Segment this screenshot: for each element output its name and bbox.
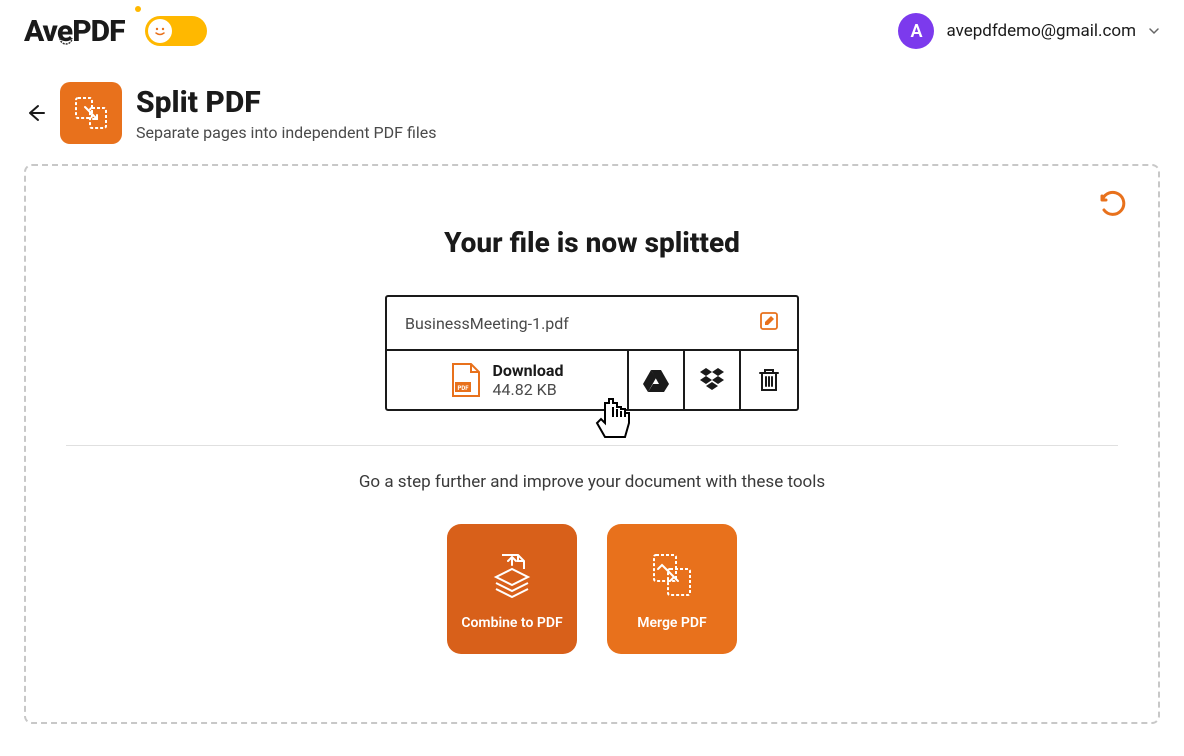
divider [66, 445, 1118, 446]
tool-card-label: Combine to PDF [461, 615, 562, 631]
arrow-left-icon [24, 102, 46, 124]
file-actions-row: PDF Download 44.82 KB [387, 351, 797, 409]
logo[interactable]: AvePDF [24, 14, 125, 49]
page-section: Split PDF Separate pages into independen… [0, 62, 1184, 724]
page-subtitle: Separate pages into independent PDF file… [136, 123, 436, 142]
rename-button[interactable] [759, 311, 779, 335]
delete-button[interactable] [741, 351, 797, 409]
user-email: avepdfdemo@gmail.com [946, 21, 1136, 41]
tool-card-label: Merge PDF [637, 615, 706, 631]
theme-toggle-wrapper [145, 16, 207, 46]
header-left: AvePDF [24, 14, 207, 49]
reset-button[interactable] [1100, 190, 1128, 222]
dropbox-icon [699, 368, 725, 392]
save-dropbox-button[interactable] [685, 351, 741, 409]
file-result-box: BusinessMeeting-1.pdf PDF [385, 295, 799, 411]
download-button[interactable]: PDF Download 44.82 KB [387, 351, 629, 409]
trash-icon [758, 368, 780, 392]
merge-pdf-icon [644, 547, 700, 603]
tool-icon [60, 82, 122, 144]
title-block: Split PDF Separate pages into independen… [136, 85, 436, 142]
title-row: Split PDF Separate pages into independen… [24, 82, 1160, 144]
download-label: Download [493, 361, 564, 380]
back-button[interactable] [24, 102, 46, 124]
logo-text2: PDF [72, 14, 124, 49]
google-drive-icon [643, 368, 669, 392]
logo-e: e [57, 14, 72, 49]
svg-text:PDF: PDF [457, 385, 469, 392]
file-name: BusinessMeeting-1.pdf [405, 314, 569, 333]
content-panel: Your file is now splitted BusinessMeetin… [24, 164, 1160, 724]
edit-icon [759, 311, 779, 331]
logo-text: Av [24, 14, 57, 49]
page-title: Split PDF [136, 85, 436, 121]
toggle-indicator-dot [135, 6, 141, 12]
pdf-file-icon: PDF [451, 362, 481, 398]
file-name-row: BusinessMeeting-1.pdf [387, 297, 797, 351]
tool-cards: Combine to PDF Merge PDF [66, 524, 1118, 654]
file-size: 44.82 KB [493, 380, 564, 399]
chevron-down-icon [1148, 25, 1160, 37]
header: AvePDF A avepdfdemo@gmail.com [0, 0, 1184, 62]
further-text: Go a step further and improve your docum… [66, 472, 1118, 492]
user-menu[interactable]: A avepdfdemo@gmail.com [898, 13, 1160, 49]
split-pdf-icon [70, 92, 112, 134]
download-text: Download 44.82 KB [493, 361, 564, 399]
save-google-drive-button[interactable] [629, 351, 685, 409]
tool-card-combine[interactable]: Combine to PDF [447, 524, 577, 654]
toggle-knob [148, 19, 172, 43]
face-icon [152, 23, 168, 39]
theme-toggle[interactable] [145, 16, 207, 46]
avatar: A [898, 13, 934, 49]
undo-icon [1100, 190, 1128, 218]
tool-card-merge[interactable]: Merge PDF [607, 524, 737, 654]
result-heading: Your file is now splitted [66, 226, 1118, 259]
combine-pdf-icon [484, 547, 540, 603]
cursor-hand-icon [591, 395, 635, 447]
